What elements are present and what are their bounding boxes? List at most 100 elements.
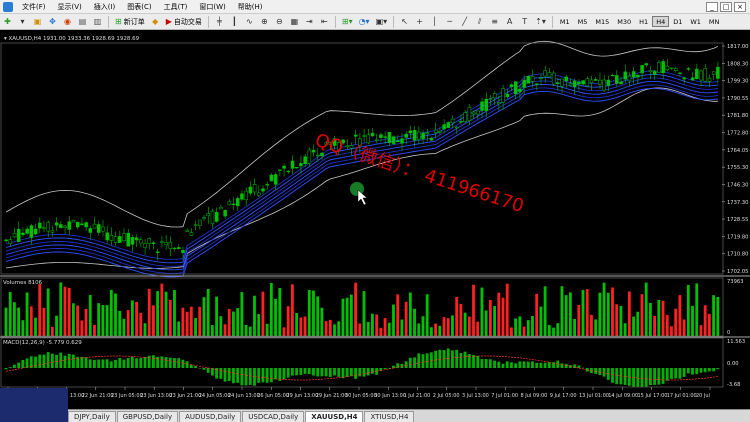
menu-file[interactable]: 文件(F) (16, 2, 52, 12)
autoscroll-icon[interactable]: ⇥ (303, 15, 316, 28)
candle-body (488, 98, 493, 100)
toolbar-divider (393, 15, 395, 28)
tab-audusd[interactable]: AUDUSD,Daily (179, 411, 242, 422)
menu-tools[interactable]: 工具(T) (158, 2, 194, 12)
data-window-icon[interactable]: ✥ (46, 15, 59, 28)
chart-window[interactable]: 1817.00 1808.30 1799.30 1790.55 1781.80 1772.… (0, 30, 750, 409)
candle-body (38, 222, 42, 229)
menu-window[interactable]: 窗口(W) (193, 2, 231, 12)
timeframe-d1[interactable]: D1 (669, 16, 686, 27)
candle-body (400, 138, 404, 144)
volume-bar (63, 286, 67, 336)
tab-xtiusd[interactable]: XTIUSD,H4 (364, 411, 415, 422)
candle-chart-icon[interactable]: ┃ (228, 15, 241, 28)
profiles-icon[interactable]: ▾ (16, 15, 29, 28)
market-watch-icon[interactable]: ▣ (31, 15, 44, 28)
timeframe-m1[interactable]: M1 (556, 16, 574, 27)
tab-usdcad[interactable]: USDCAD,Daily (242, 411, 305, 422)
menu-insert[interactable]: 插入(I) (88, 2, 122, 12)
app-icon (3, 1, 13, 12)
navigator-icon[interactable]: ◉ (61, 15, 74, 28)
timeframe-m15[interactable]: M15 (591, 16, 613, 27)
volume-bar (269, 282, 273, 336)
volume-bar (640, 294, 644, 336)
macd-bar (206, 368, 210, 373)
vertical-line-icon[interactable]: │ (428, 15, 441, 28)
time-tick-label: 7 Jul 01:00 (491, 393, 518, 399)
minimize-button[interactable]: _ (706, 1, 718, 12)
periods-icon[interactable]: ◔▾ (357, 15, 372, 28)
candle-body (644, 63, 649, 66)
time-tick-label: 30 Jun 05:00 (345, 393, 377, 399)
volume-bar (526, 320, 530, 336)
candle-body (206, 213, 211, 217)
restore-button[interactable]: □ (720, 1, 732, 12)
menu-view[interactable]: 显示(V) (52, 2, 88, 12)
volume-bar (611, 287, 614, 336)
candle-body (716, 66, 720, 79)
macd-bar (152, 355, 155, 368)
macd-bar (581, 367, 585, 369)
zoom-in-icon[interactable]: ⊕ (258, 15, 271, 28)
volume-bar (564, 295, 568, 336)
volume-bar (392, 304, 395, 336)
candle-body (63, 225, 67, 228)
timeframe-mn[interactable]: MN (705, 16, 723, 27)
macd-histogram (4, 348, 720, 387)
tab-xauusd[interactable]: XAUUSD,H4 (305, 411, 364, 422)
volume-bar (606, 292, 610, 336)
timeframe-m30[interactable]: M30 (613, 16, 635, 27)
close-button[interactable]: × (734, 1, 746, 12)
label-icon[interactable]: T (518, 15, 531, 28)
tile-windows-icon[interactable]: ▦ (288, 15, 301, 28)
horizontal-line-icon[interactable]: ─ (443, 15, 456, 28)
time-tick-label: 13 Jul 01:00 (579, 393, 609, 399)
candle-body (421, 132, 425, 140)
zoom-out-icon[interactable]: ⊖ (273, 15, 286, 28)
auto-trading-button[interactable]: ▶ 自动交易 (164, 15, 204, 28)
volume-bar (644, 282, 648, 336)
text-icon[interactable]: A (503, 15, 516, 28)
tab-gbpusd[interactable]: GBPUSD,Daily (116, 411, 179, 422)
templates-icon[interactable]: ▣▾ (374, 15, 390, 28)
menu-help[interactable]: 帮助(H) (232, 2, 269, 12)
tab-usdjpy[interactable]: DJPY,Daily (68, 411, 116, 422)
timeframe-h1[interactable]: H1 (635, 16, 652, 27)
volume-bar (50, 326, 54, 336)
arrows-icon[interactable]: ⇡▾ (533, 15, 548, 28)
macd-bar (362, 368, 366, 377)
bar-chart-icon[interactable]: ╪ (213, 15, 226, 28)
volume-bar (505, 283, 509, 336)
equidistant-channel-icon[interactable]: ⫽ (473, 15, 486, 28)
volume-bar (707, 313, 711, 336)
indicators-icon[interactable]: ⊞▾ (340, 15, 355, 28)
metaeditor-icon[interactable]: ◆ (149, 15, 162, 28)
new-order-button[interactable]: ⊞ 新订单 (113, 15, 147, 28)
candle-body (214, 212, 219, 222)
menu-charts[interactable]: 图表(C) (121, 2, 157, 12)
new-chart-icon[interactable]: ✚ (1, 15, 14, 28)
macd-bar (598, 368, 602, 376)
volume-bar (577, 304, 581, 336)
price-chart[interactable]: 1817.00 1808.30 1799.30 1790.55 1781.80 1772.… (0, 30, 750, 409)
volume-bar (223, 324, 227, 336)
trendline-icon[interactable]: ╱ (458, 15, 471, 28)
candle-body (652, 70, 657, 75)
terminal-icon[interactable]: ▤ (76, 15, 89, 28)
toolbar-divider (551, 15, 553, 28)
macd-bar (488, 359, 492, 368)
crosshair-icon[interactable]: + (413, 15, 426, 28)
timeframe-w1[interactable]: W1 (686, 16, 705, 27)
candle-body (665, 65, 670, 70)
cursor-icon[interactable]: ↖ (398, 15, 411, 28)
candle-body (623, 71, 627, 80)
tester-icon[interactable]: ▥ (91, 15, 104, 28)
volume-bar (324, 321, 328, 336)
candle-body (130, 237, 135, 245)
chart-shift-icon[interactable]: ⇤ (318, 15, 331, 28)
fibonacci-icon[interactable]: ≡ (488, 15, 501, 28)
line-chart-icon[interactable]: ∿ (243, 15, 256, 28)
timeframe-h4[interactable]: H4 (652, 16, 670, 27)
timeframe-m5[interactable]: M5 (574, 16, 592, 27)
candle-body (294, 166, 299, 169)
